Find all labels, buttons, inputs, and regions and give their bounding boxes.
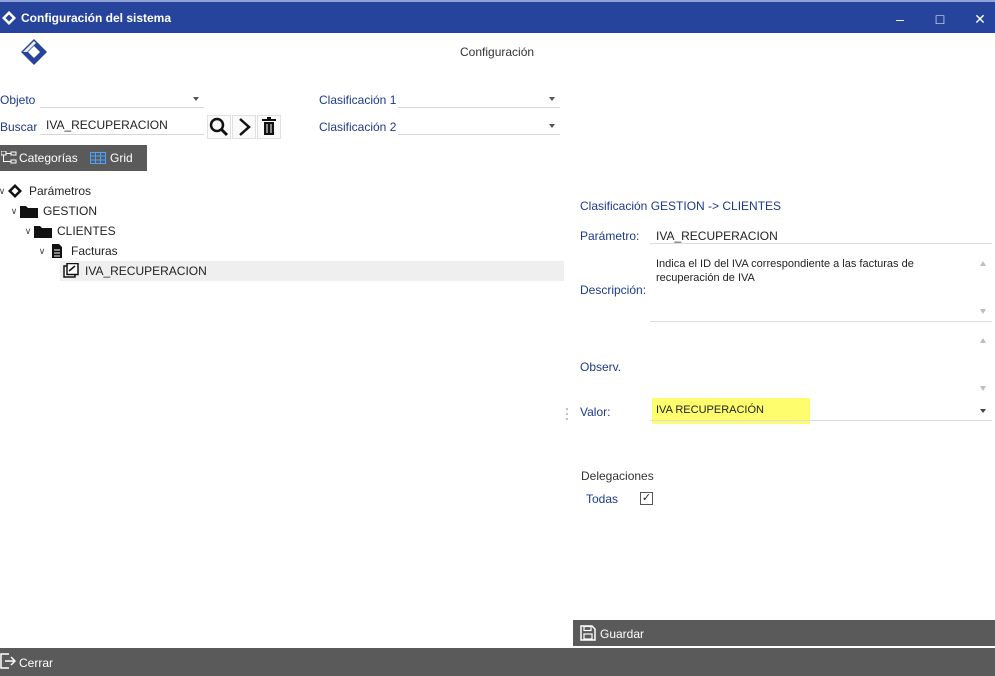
chevron-down-icon: ∨ bbox=[0, 186, 6, 196]
chevron-down-icon bbox=[193, 97, 199, 101]
tab-grid-label: Grid bbox=[110, 151, 133, 165]
tree-icon bbox=[1, 151, 17, 164]
minimize-button[interactable]: – bbox=[880, 5, 920, 33]
chevron-down-icon: ∨ bbox=[38, 246, 46, 256]
valor-select[interactable]: IVA RECUPERACIÓN bbox=[650, 400, 992, 421]
parametro-label: Parámetro: bbox=[580, 229, 640, 243]
observ-textarea[interactable] bbox=[650, 332, 992, 394]
clear-button[interactable] bbox=[257, 115, 281, 139]
document-icon bbox=[52, 244, 62, 258]
objeto-label: Objeto bbox=[0, 93, 36, 107]
search-input[interactable]: IVA_RECUPERACION bbox=[40, 117, 204, 135]
parametro-value: IVA_RECUPERACION bbox=[656, 229, 778, 243]
observ-label: Observ. bbox=[580, 360, 622, 374]
scroll-down-icon[interactable] bbox=[980, 386, 986, 391]
app-logo-icon bbox=[8, 184, 22, 198]
scroll-down-icon[interactable] bbox=[980, 309, 986, 314]
chevron-down-icon bbox=[980, 409, 986, 413]
tree-node-clientes[interactable]: ∨ CLIENTES bbox=[0, 221, 300, 241]
grid-icon bbox=[90, 152, 106, 164]
descripcion-label: Descripción: bbox=[580, 283, 647, 297]
tab-categorias[interactable]: Categorías bbox=[0, 145, 84, 171]
clasificacion2-label: Clasificación 2 bbox=[319, 120, 397, 134]
window-title: Configuración del sistema bbox=[21, 11, 172, 25]
chevron-down-icon: ∨ bbox=[10, 206, 18, 216]
todas-label: Todas bbox=[586, 492, 619, 506]
tab-grid[interactable]: Grid bbox=[88, 145, 144, 171]
tab-categorias-label: Categorías bbox=[19, 151, 78, 165]
splitter-handle-icon[interactable] bbox=[566, 408, 568, 420]
buscar-label: Buscar bbox=[0, 120, 38, 134]
guardar-label: Guardar bbox=[600, 627, 645, 641]
chevron-down-icon: ∨ bbox=[24, 226, 32, 236]
delegaciones-label: Delegaciones bbox=[581, 469, 654, 483]
parameter-icon bbox=[63, 263, 79, 278]
tree-node-label: GESTION bbox=[43, 204, 98, 218]
tree-node-label: IVA_RECUPERACION bbox=[85, 264, 207, 278]
clasificacion2-select[interactable] bbox=[398, 117, 560, 135]
descripcion-textarea[interactable]: Indica el ID del IVA correspondiente a l… bbox=[650, 253, 992, 322]
tree-node-label: Parámetros bbox=[29, 184, 92, 198]
parametro-field[interactable]: IVA_RECUPERACION bbox=[650, 224, 992, 244]
chevron-down-icon bbox=[549, 97, 555, 101]
search-button[interactable] bbox=[207, 115, 231, 139]
valor-label: Valor: bbox=[580, 405, 611, 419]
next-button[interactable] bbox=[232, 115, 256, 139]
exit-icon bbox=[0, 653, 16, 669]
page-title: Configuración bbox=[460, 45, 535, 59]
clasificacion1-label: Clasificación 1 bbox=[319, 93, 397, 107]
bottom-bar: Cerrar bbox=[0, 648, 995, 676]
folder-icon bbox=[20, 206, 38, 218]
cerrar-button[interactable]: Cerrar bbox=[0, 648, 60, 676]
search-input-value: IVA_RECUPERACION bbox=[46, 118, 168, 132]
descripcion-value: Indica el ID del IVA correspondiente a l… bbox=[656, 258, 914, 284]
tree-node-facturas[interactable]: ∨ Facturas bbox=[0, 241, 300, 261]
chevron-right-icon bbox=[239, 118, 251, 136]
tree-node-label: Facturas bbox=[71, 244, 118, 258]
scroll-up-icon[interactable] bbox=[980, 261, 986, 266]
clasificacion-title: Clasificación GESTION -> CLIENTES bbox=[580, 199, 782, 213]
search-icon bbox=[209, 117, 229, 137]
guardar-button[interactable]: Guardar bbox=[573, 620, 995, 646]
title-bar: Configuración del sistema – □ ✕ bbox=[0, 0, 995, 33]
trash-icon bbox=[262, 117, 276, 135]
maximize-button[interactable]: □ bbox=[920, 5, 960, 33]
save-icon bbox=[580, 625, 596, 641]
tree-node-iva-recuperacion[interactable]: IVA_RECUPERACION bbox=[0, 261, 300, 281]
close-button[interactable]: ✕ bbox=[960, 5, 995, 33]
folder-icon bbox=[34, 226, 52, 238]
app-logo-icon bbox=[2, 11, 16, 25]
todas-checkbox[interactable]: ✓ bbox=[640, 492, 653, 505]
tree-node-parametros[interactable]: ∨ Parámetros bbox=[0, 181, 300, 201]
tree-node-label: CLIENTES bbox=[57, 224, 116, 238]
cerrar-label: Cerrar bbox=[19, 656, 54, 670]
objeto-select[interactable] bbox=[40, 90, 204, 108]
valor-value: IVA RECUPERACIÓN bbox=[656, 404, 764, 416]
chevron-down-icon bbox=[549, 124, 555, 128]
clasificacion1-select[interactable] bbox=[398, 90, 560, 108]
view-tabs: Categorías Grid bbox=[0, 145, 147, 171]
tree-node-gestion[interactable]: ∨ GESTION bbox=[0, 201, 300, 221]
scroll-up-icon[interactable] bbox=[980, 338, 986, 343]
company-logo-icon bbox=[21, 39, 47, 65]
